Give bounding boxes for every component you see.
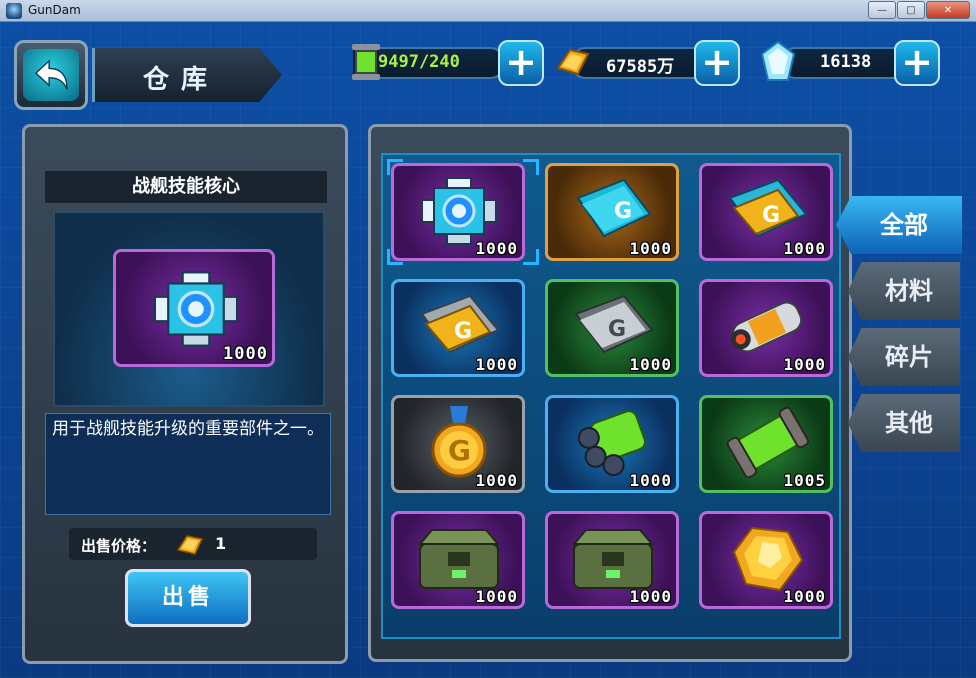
item-count: 1000 bbox=[475, 355, 518, 374]
item-count: 1000 bbox=[629, 239, 672, 258]
inventory-slot[interactable]: G 1000 bbox=[699, 163, 833, 261]
thruster-icon bbox=[577, 410, 647, 477]
item-count: 1000 bbox=[475, 587, 518, 606]
inventory-slot[interactable]: G 1000 bbox=[391, 395, 525, 493]
crystal-value: 16138 bbox=[820, 52, 872, 72]
selection-corner bbox=[523, 249, 539, 265]
inventory-slot[interactable]: 1000 bbox=[545, 511, 679, 609]
skill-core-icon bbox=[153, 271, 239, 347]
tab-fragments[interactable]: 碎片 bbox=[848, 328, 960, 386]
window-title: GunDam bbox=[28, 3, 81, 17]
svg-text:G: G bbox=[454, 319, 472, 344]
inventory-slot[interactable]: 1000 bbox=[699, 279, 833, 377]
item-count: 1000 bbox=[629, 587, 672, 606]
add-gold-button[interactable]: + bbox=[694, 40, 740, 86]
tab-materials[interactable]: 材料 bbox=[848, 262, 960, 320]
item-description: 用于战舰技能升级的重要部件之一。 bbox=[45, 413, 331, 515]
item-preview-slot: 1000 bbox=[113, 249, 275, 367]
game-area: 仓库 9497/240 + 67585万 + 16138 + 战舰技能核心 10… bbox=[0, 22, 976, 678]
maximize-button[interactable]: □ bbox=[897, 1, 925, 19]
item-preview-count: 1000 bbox=[223, 344, 268, 364]
g-medal-icon: G bbox=[431, 406, 487, 478]
sell-button[interactable]: 出售 bbox=[125, 569, 251, 627]
back-arrow-icon bbox=[34, 59, 68, 90]
supply-crate-icon bbox=[417, 529, 501, 589]
inventory-slot[interactable]: G 1000 bbox=[545, 279, 679, 377]
green-canister-icon bbox=[726, 406, 810, 479]
sell-price-label: 出售价格： bbox=[81, 537, 157, 555]
app-icon bbox=[6, 3, 22, 19]
item-count: 1000 bbox=[475, 239, 518, 258]
inventory-slot[interactable]: 1000 bbox=[699, 511, 833, 609]
gold-resource: 67585万 + bbox=[548, 40, 748, 86]
item-name: 战舰技能核心 bbox=[45, 171, 327, 203]
inventory-slot[interactable]: G 1000 bbox=[391, 279, 525, 377]
svg-text:G: G bbox=[608, 317, 626, 342]
inventory-grid: 1000 G 1000 G 1000 G 1000 G 1000 1000 G … bbox=[381, 153, 841, 639]
silver-chip-icon: G bbox=[574, 294, 654, 354]
inventory-slot[interactable]: G 1000 bbox=[545, 163, 679, 261]
inventory-slot[interactable]: 1000 bbox=[545, 395, 679, 493]
cyan-chip-icon: G bbox=[576, 178, 652, 238]
add-energy-button[interactable]: + bbox=[498, 40, 544, 86]
add-crystal-button[interactable]: + bbox=[894, 40, 940, 86]
item-count: 1000 bbox=[475, 471, 518, 490]
supply-crate-icon bbox=[571, 529, 655, 589]
inventory-slot[interactable]: 1000 bbox=[391, 511, 525, 609]
item-count: 1000 bbox=[783, 355, 826, 374]
gold-value: 67585万 bbox=[606, 57, 675, 77]
svg-text:G: G bbox=[614, 199, 632, 224]
item-preview: 1000 bbox=[53, 211, 325, 407]
back-button[interactable] bbox=[14, 40, 88, 110]
close-button[interactable]: ✕ bbox=[926, 1, 970, 19]
inventory-slot[interactable]: 1000 bbox=[391, 163, 525, 261]
sell-price: 出售价格： 1 bbox=[69, 528, 317, 560]
page-title-banner: 仓库 bbox=[92, 48, 282, 102]
svg-text:G: G bbox=[448, 434, 471, 467]
crystal-resource: 16138 + bbox=[758, 40, 958, 86]
item-count: 1005 bbox=[783, 471, 826, 490]
energy-resource: 9497/240 + bbox=[346, 40, 546, 86]
energy-value: 9497/240 bbox=[378, 52, 460, 72]
tab-all[interactable]: 全部 bbox=[836, 196, 962, 254]
minimize-button[interactable]: — bbox=[868, 1, 896, 19]
sell-price-value: 1 bbox=[215, 534, 227, 553]
inventory-panel: 1000 G 1000 G 1000 G 1000 G 1000 1000 G … bbox=[368, 124, 852, 662]
gold-chip-icon: G bbox=[728, 178, 808, 238]
item-count: 1000 bbox=[629, 471, 672, 490]
item-count: 1000 bbox=[629, 355, 672, 374]
window-titlebar: GunDam — □ ✕ bbox=[0, 0, 976, 22]
battery-icon bbox=[730, 301, 803, 353]
gold-chip-icon: G bbox=[420, 294, 500, 354]
crystal-icon bbox=[760, 40, 796, 81]
gold-crystal-icon bbox=[732, 526, 804, 592]
tab-other[interactable]: 其他 bbox=[848, 394, 960, 452]
item-detail-panel: 战舰技能核心 1000 用于战舰技能升级的重要部件之一。 出售价格： 1 出售 bbox=[22, 124, 348, 664]
skill-core-icon bbox=[421, 177, 497, 245]
inventory-slot[interactable]: 1005 bbox=[699, 395, 833, 493]
gold-bar-icon bbox=[556, 48, 590, 76]
svg-text:G: G bbox=[762, 203, 780, 228]
item-count: 1000 bbox=[783, 239, 826, 258]
item-count: 1000 bbox=[783, 587, 826, 606]
page-title: 仓库 bbox=[143, 65, 220, 95]
selection-corner bbox=[523, 159, 539, 175]
gold-bar-icon bbox=[176, 535, 204, 555]
